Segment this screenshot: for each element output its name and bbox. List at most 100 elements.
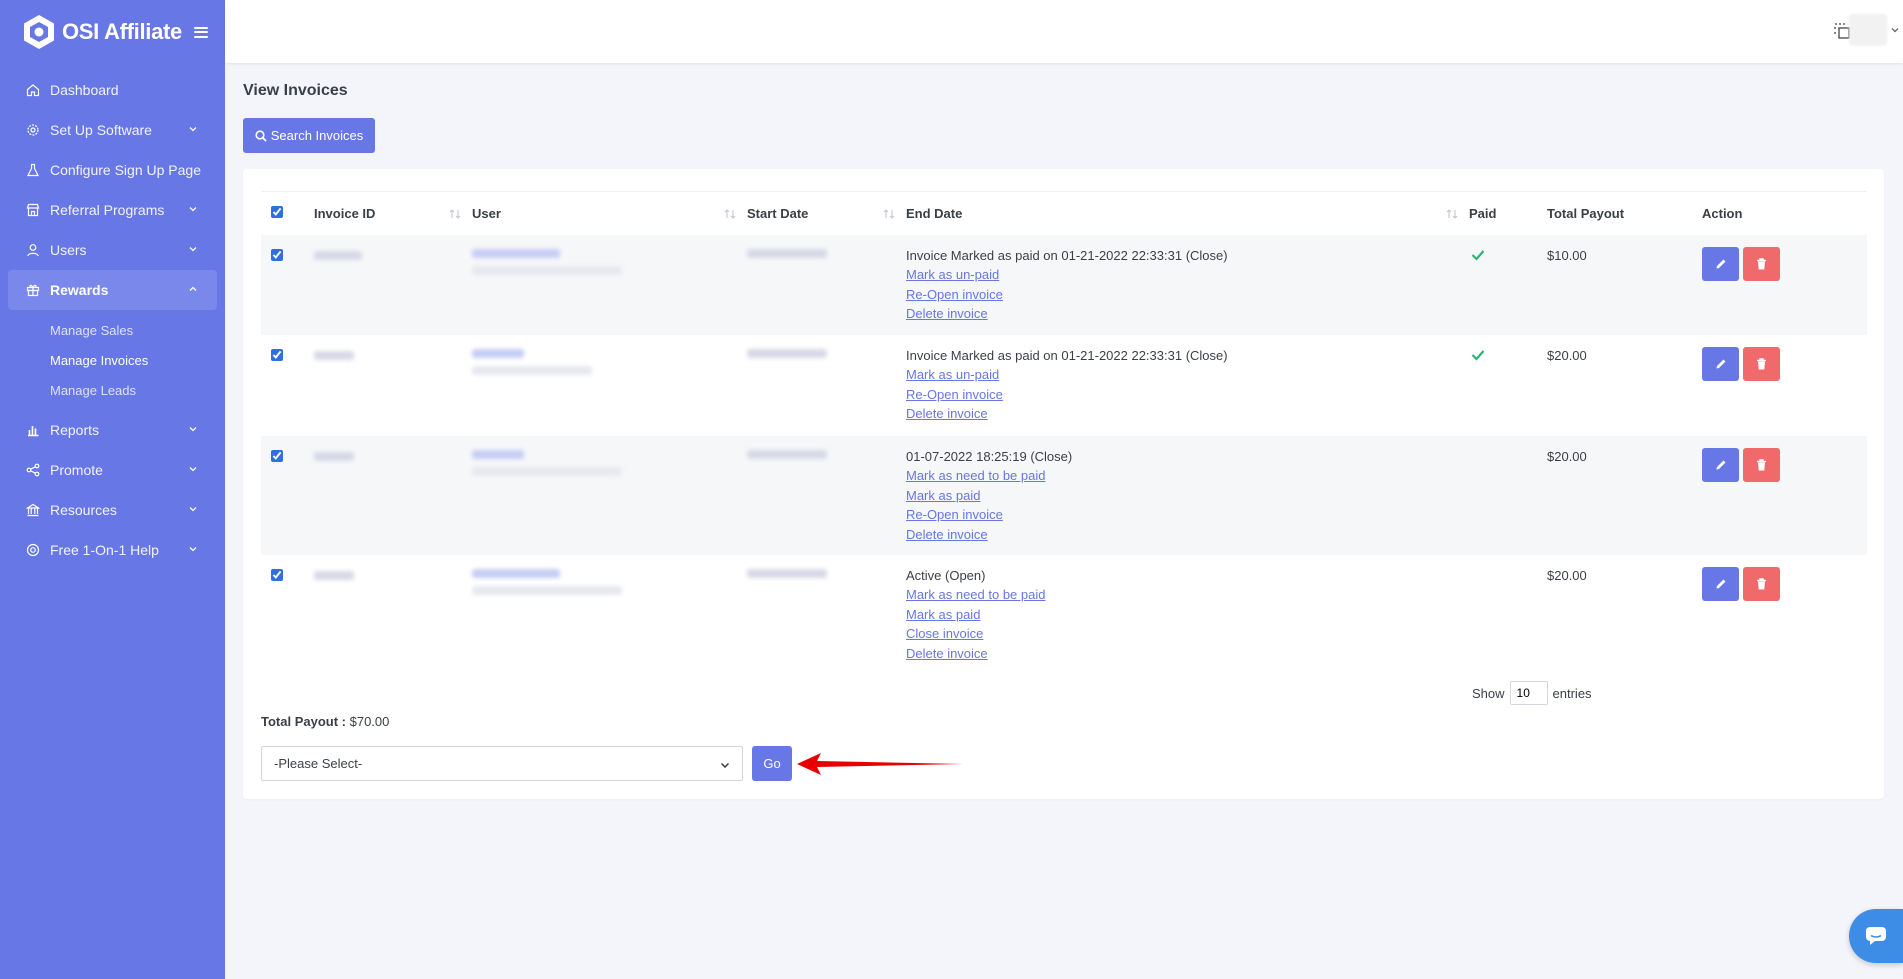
reopen-invoice-link[interactable]: Re-Open invoice xyxy=(906,387,1003,402)
total-payout-label: Total Payout : xyxy=(261,714,346,729)
mark-unpaid-link[interactable]: Mark as un-paid xyxy=(906,367,999,382)
delete-invoice-link[interactable]: Delete invoice xyxy=(906,646,988,661)
redacted-start-date xyxy=(747,568,827,578)
table-row: Invoice Marked as paid on 01-21-2022 22:… xyxy=(261,335,1867,436)
sidebar-item-promote[interactable]: Promote xyxy=(0,450,225,490)
action-cell xyxy=(1702,234,1867,335)
invoices-table: Invoice ID User Start Date End Date Paid… xyxy=(261,191,1867,672)
delete-button[interactable] xyxy=(1743,346,1780,381)
row-checkbox[interactable] xyxy=(271,248,283,261)
paid-cell xyxy=(1469,335,1547,436)
chevron-down-icon xyxy=(189,247,197,252)
redacted-user-name[interactable] xyxy=(472,449,524,459)
sidebar-item-dashboard[interactable]: Dashboard xyxy=(0,70,225,110)
mark-need-to-be-paid-link[interactable]: Mark as need to be paid xyxy=(906,468,1045,483)
sort-icon[interactable] xyxy=(723,207,737,221)
delete-invoice-link[interactable]: Delete invoice xyxy=(906,306,988,321)
column-header-invoice-id[interactable]: Invoice ID xyxy=(314,191,472,235)
invoice-id-cell xyxy=(314,555,472,672)
edit-button[interactable] xyxy=(1702,346,1739,381)
trash-icon xyxy=(1757,257,1766,269)
chevron-down-icon xyxy=(189,127,197,132)
rewards-subnav: Manage Sales Manage Invoices Manage Lead… xyxy=(0,310,225,410)
redacted-user-name[interactable] xyxy=(472,248,560,258)
mark-need-to-be-paid-link[interactable]: Mark as need to be paid xyxy=(906,587,1045,602)
sidebar-item-configure-sign-up[interactable]: Configure Sign Up Page xyxy=(0,150,225,190)
row-select-cell xyxy=(261,435,314,555)
search-invoices-label: Search Invoices xyxy=(270,128,364,143)
total-payout-cell: $20.00 xyxy=(1547,347,1587,363)
redacted-user-name[interactable] xyxy=(472,348,524,358)
column-header-user[interactable]: User xyxy=(472,191,747,235)
home-icon xyxy=(26,84,40,97)
redacted-user-name[interactable] xyxy=(472,568,560,578)
search-invoices-button[interactable]: Search Invoices xyxy=(243,118,375,153)
invoice-id-cell xyxy=(314,435,472,555)
subnav-item-manage-leads[interactable]: Manage Leads xyxy=(50,376,225,406)
row-checkbox[interactable] xyxy=(271,449,283,462)
menu-toggle-icon[interactable] xyxy=(193,26,208,38)
row-select-cell xyxy=(261,555,314,672)
mark-paid-link[interactable]: Mark as paid xyxy=(906,488,980,503)
end-date-cell: Active (Open) Mark as need to be paid Ma… xyxy=(906,555,1469,672)
sidebar-item-resources[interactable]: Resources xyxy=(0,490,225,530)
entries-per-page-input[interactable] xyxy=(1509,681,1548,705)
reopen-invoice-link[interactable]: Re-Open invoice xyxy=(906,507,1003,522)
delete-button[interactable] xyxy=(1743,447,1780,482)
redacted-start-date xyxy=(747,248,827,258)
redacted-invoice-id xyxy=(314,570,354,580)
sidebar-item-rewards[interactable]: Rewards xyxy=(8,270,217,310)
chevron-down-icon[interactable] xyxy=(1891,26,1899,34)
edit-button[interactable] xyxy=(1702,447,1739,482)
user-avatar[interactable] xyxy=(1849,14,1887,46)
sort-icon[interactable] xyxy=(1445,207,1459,221)
delete-invoice-link[interactable]: Delete invoice xyxy=(906,406,988,421)
sidebar-item-label: Promote xyxy=(50,462,103,478)
show-label: Show xyxy=(1472,685,1505,701)
sidebar-item-referral-programs[interactable]: Referral Programs xyxy=(0,190,225,230)
pencil-icon xyxy=(1716,259,1725,268)
sidebar-item-reports[interactable]: Reports xyxy=(0,410,225,450)
delete-button[interactable] xyxy=(1743,246,1780,281)
delete-button[interactable] xyxy=(1743,566,1780,601)
mark-unpaid-link[interactable]: Mark as un-paid xyxy=(906,267,999,282)
select-all-checkbox[interactable] xyxy=(271,205,283,218)
sidebar-item-set-up-software[interactable]: Set Up Software xyxy=(0,110,225,150)
sort-icon[interactable] xyxy=(448,207,462,221)
entries-label: entries xyxy=(1552,685,1592,701)
column-header-end-date[interactable]: End Date xyxy=(906,191,1469,235)
action-cell xyxy=(1702,435,1867,555)
close-invoice-link[interactable]: Close invoice xyxy=(906,626,983,641)
row-checkbox[interactable] xyxy=(271,348,283,361)
column-header-start-date[interactable]: Start Date xyxy=(747,191,906,235)
chevron-down-icon xyxy=(189,467,197,472)
bulk-action-select[interactable]: -Please Select- xyxy=(261,746,743,781)
reopen-invoice-link[interactable]: Re-Open invoice xyxy=(906,287,1003,302)
page-title: View Invoices xyxy=(243,82,348,99)
edit-button[interactable] xyxy=(1702,246,1739,281)
sidebar-item-label: Resources xyxy=(50,502,117,518)
store-icon xyxy=(26,203,40,217)
subnav-item-manage-sales[interactable]: Manage Sales xyxy=(50,316,225,346)
delete-invoice-link[interactable]: Delete invoice xyxy=(906,527,988,542)
paid-cell xyxy=(1469,234,1547,335)
chat-widget-button[interactable] xyxy=(1849,909,1903,963)
end-status-text: Invoice Marked as paid on 01-21-2022 22:… xyxy=(906,247,1228,263)
mark-paid-link[interactable]: Mark as paid xyxy=(906,607,980,622)
invoice-id-cell xyxy=(314,234,472,335)
column-header-action: Action xyxy=(1702,191,1867,235)
go-button[interactable]: Go xyxy=(752,746,792,781)
sidebar-item-free-help[interactable]: Free 1-On-1 Help xyxy=(0,530,225,570)
subnav-item-manage-invoices[interactable]: Manage Invoices xyxy=(50,346,225,376)
table-row: Active (Open) Mark as need to be paid Ma… xyxy=(261,555,1867,672)
sidebar-item-label: Dashboard xyxy=(50,82,119,98)
sort-icon[interactable] xyxy=(882,207,896,221)
sidebar-item-users[interactable]: Users xyxy=(0,230,225,270)
row-checkbox[interactable] xyxy=(271,568,283,581)
show-entries: Show entries xyxy=(1472,681,1592,705)
edit-button[interactable] xyxy=(1702,566,1739,601)
redacted-start-date xyxy=(747,348,827,358)
redacted-user-email xyxy=(472,265,622,275)
search-icon xyxy=(255,129,267,142)
chevron-down-icon xyxy=(721,763,729,768)
